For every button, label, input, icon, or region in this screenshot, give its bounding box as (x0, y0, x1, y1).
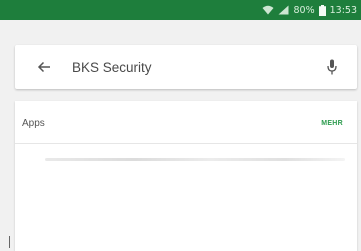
microphone-icon[interactable] (325, 59, 339, 75)
section-title: Apps (22, 118, 45, 129)
wifi-icon (262, 5, 274, 15)
clock: 13:53 (329, 4, 357, 16)
divider (15, 143, 357, 144)
search-bar[interactable]: BKS Security (15, 45, 357, 89)
battery-percent: 80% (293, 4, 315, 16)
more-button[interactable]: MEHR (321, 120, 343, 127)
battery-icon (318, 4, 326, 16)
search-input[interactable]: BKS Security (72, 60, 325, 75)
apps-card: Apps MEHR (15, 101, 357, 251)
arrow-back-icon[interactable] (37, 59, 53, 75)
status-bar: 80% 13:53 (0, 0, 361, 20)
text-cursor (9, 236, 10, 248)
signal-icon (278, 5, 289, 15)
list-item-placeholder (45, 158, 345, 161)
